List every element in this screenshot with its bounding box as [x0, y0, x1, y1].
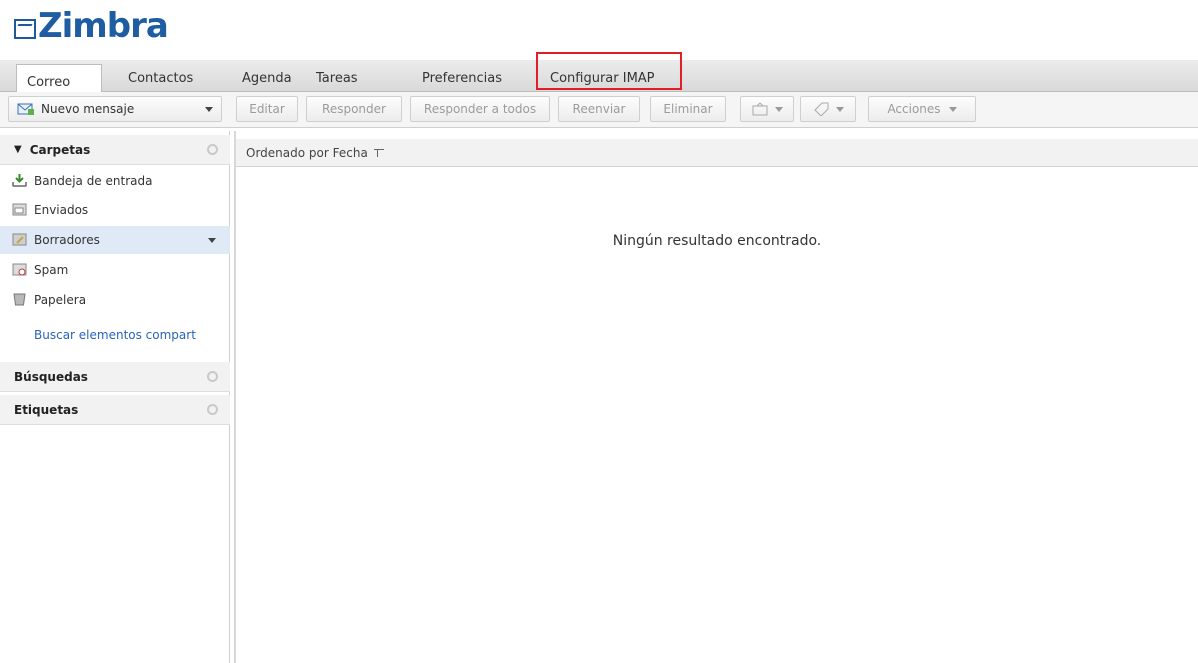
- sidebar-item-drafts[interactable]: Borradores: [0, 226, 230, 254]
- sidebar-item-label: Bandeja de entrada: [34, 174, 153, 188]
- actions-button[interactable]: Acciones: [868, 96, 976, 122]
- app-header: Zimbra: [0, 0, 1198, 60]
- spam-icon: [12, 263, 27, 276]
- gear-icon[interactable]: [207, 404, 218, 415]
- delete-button[interactable]: Eliminar: [650, 96, 726, 122]
- logo-text: Zimbra: [38, 6, 169, 46]
- new-message-button[interactable]: Nuevo mensaje: [8, 96, 222, 122]
- edit-button[interactable]: Editar: [236, 96, 298, 122]
- reply-all-button[interactable]: Responder a todos: [410, 96, 550, 122]
- tag-button[interactable]: [800, 96, 856, 122]
- chevron-down-icon: [775, 106, 783, 112]
- sidebar-item-sent[interactable]: Enviados: [0, 196, 230, 224]
- sort-label: Ordenado por Fecha: [246, 145, 368, 160]
- actions-label: Acciones: [887, 102, 941, 116]
- zimbra-logo-icon: [14, 19, 36, 39]
- empty-message: Ningún resultado encontrado.: [612, 233, 822, 249]
- imap-tab-highlight: [536, 52, 682, 90]
- tab-tareas[interactable]: Tareas: [306, 64, 368, 92]
- folders-header-label: Carpetas: [29, 142, 91, 157]
- chevron-down-icon: [948, 106, 957, 112]
- find-shared-link[interactable]: Buscar elementos compart: [34, 328, 196, 342]
- collapse-triangle-icon[interactable]: ▼: [14, 144, 22, 155]
- sort-icon[interactable]: [373, 148, 384, 157]
- searches-header[interactable]: Búsquedas: [0, 362, 230, 392]
- tab-agenda[interactable]: Agenda: [232, 64, 302, 92]
- message-list-header[interactable]: Ordenado por Fecha: [236, 139, 1198, 167]
- searches-header-label: Búsquedas: [14, 369, 88, 384]
- chevron-down-icon[interactable]: [205, 107, 213, 112]
- folder-sidebar: ▼ Carpetas Bandeja de entrada Enviados B…: [0, 131, 230, 663]
- tags-header-label: Etiquetas: [14, 402, 79, 417]
- tab-preferencias[interactable]: Preferencias: [412, 64, 512, 92]
- envelope-icon: [17, 103, 34, 115]
- sidebar-item-label: Spam: [34, 263, 69, 277]
- mail-toolbar: Nuevo mensaje Editar Responder Responder…: [0, 92, 1198, 128]
- tags-header[interactable]: Etiquetas: [0, 395, 230, 425]
- sidebar-item-label: Papelera: [34, 293, 87, 307]
- trash-icon: [13, 293, 26, 306]
- zimbra-logo[interactable]: Zimbra: [14, 4, 169, 48]
- sidebar-item-trash[interactable]: Papelera: [0, 286, 230, 314]
- gear-icon[interactable]: [207, 144, 218, 155]
- reply-button[interactable]: Responder: [306, 96, 402, 122]
- tab-correo[interactable]: Correo: [16, 64, 102, 93]
- move-button[interactable]: [740, 96, 794, 122]
- sidebar-item-spam[interactable]: Spam: [0, 256, 230, 284]
- folders-header[interactable]: ▼ Carpetas: [0, 135, 230, 165]
- inbox-icon: [12, 174, 27, 187]
- gear-icon[interactable]: [207, 371, 218, 382]
- new-message-label: Nuevo mensaje: [41, 102, 135, 116]
- sent-icon: [12, 203, 27, 216]
- move-folder-icon: [752, 102, 768, 116]
- forward-button[interactable]: Reenviar: [558, 96, 640, 122]
- sidebar-item-inbox[interactable]: Bandeja de entrada: [0, 167, 230, 195]
- tag-icon: [814, 102, 829, 116]
- sidebar-item-label: Borradores: [34, 233, 100, 247]
- sidebar-splitter[interactable]: [234, 131, 236, 663]
- chevron-down-icon: [836, 106, 844, 112]
- tab-contactos[interactable]: Contactos: [118, 64, 203, 92]
- drafts-icon: [12, 233, 27, 246]
- chevron-down-icon[interactable]: [208, 238, 216, 243]
- sidebar-item-label: Enviados: [34, 203, 89, 217]
